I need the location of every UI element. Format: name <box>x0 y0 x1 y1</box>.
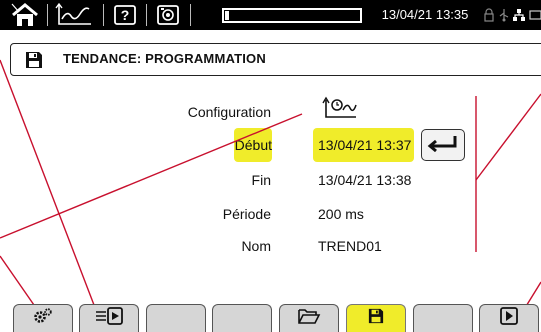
status-bar: ? 13/04/21 13:35 <box>0 0 541 30</box>
memory-progress-fill <box>225 11 229 20</box>
memory-progress-bar <box>222 8 362 23</box>
debut-label: Début <box>234 137 272 153</box>
svg-text:?: ? <box>121 7 130 23</box>
function-key-3[interactable] <box>146 304 206 332</box>
trend-config-icon[interactable] <box>322 96 358 125</box>
fin-label: Fin <box>251 172 271 188</box>
usb-icon <box>497 0 511 30</box>
page-title: TENDANCE: PROGRAMMATION <box>63 51 266 66</box>
nom-label: Nom <box>241 238 271 254</box>
lock-icon <box>482 0 496 30</box>
configuration-label: Configuration <box>187 104 271 120</box>
separator <box>190 4 191 26</box>
enter-icon <box>427 134 459 157</box>
status-datetime: 13/04/21 13:35 <box>381 7 469 22</box>
save-icon <box>368 308 384 329</box>
fin-value[interactable]: 13/04/21 13:38 <box>318 172 411 188</box>
callout-line <box>0 59 100 319</box>
network-icon <box>512 0 526 30</box>
periode-value[interactable]: 200 ms <box>318 206 364 222</box>
save-icon <box>25 51 43 74</box>
save-button[interactable] <box>346 304 406 332</box>
separator <box>103 4 104 26</box>
callout-line <box>475 93 541 181</box>
separator <box>146 4 147 26</box>
title-panel: TENDANCE: PROGRAMMATION <box>10 43 541 76</box>
settings-icon <box>33 307 53 330</box>
debut-field[interactable]: 13/04/21 13:37 <box>313 128 414 162</box>
start-recording-button[interactable] <box>79 304 139 332</box>
open-folder-icon <box>297 307 321 330</box>
play-button[interactable] <box>479 304 539 332</box>
enter-button[interactable] <box>421 129 465 161</box>
home-icon[interactable] <box>8 0 42 30</box>
function-key-bar <box>0 304 541 332</box>
trend-icon[interactable] <box>52 0 96 30</box>
debut-value: 13/04/21 13:37 <box>318 137 412 153</box>
function-key-7[interactable] <box>413 304 473 332</box>
start-recording-icon <box>94 307 124 330</box>
function-key-4[interactable] <box>212 304 272 332</box>
screenshot-icon[interactable] <box>153 0 183 30</box>
periode-label: Période <box>222 206 271 222</box>
battery-icon <box>529 0 541 30</box>
play-icon <box>500 307 518 330</box>
debut-label-highlight[interactable]: Début <box>234 128 272 162</box>
open-button[interactable] <box>279 304 339 332</box>
settings-button[interactable] <box>13 304 73 332</box>
nom-value[interactable]: TREND01 <box>318 238 382 254</box>
separator <box>47 4 48 26</box>
help-icon[interactable]: ? <box>110 0 140 30</box>
